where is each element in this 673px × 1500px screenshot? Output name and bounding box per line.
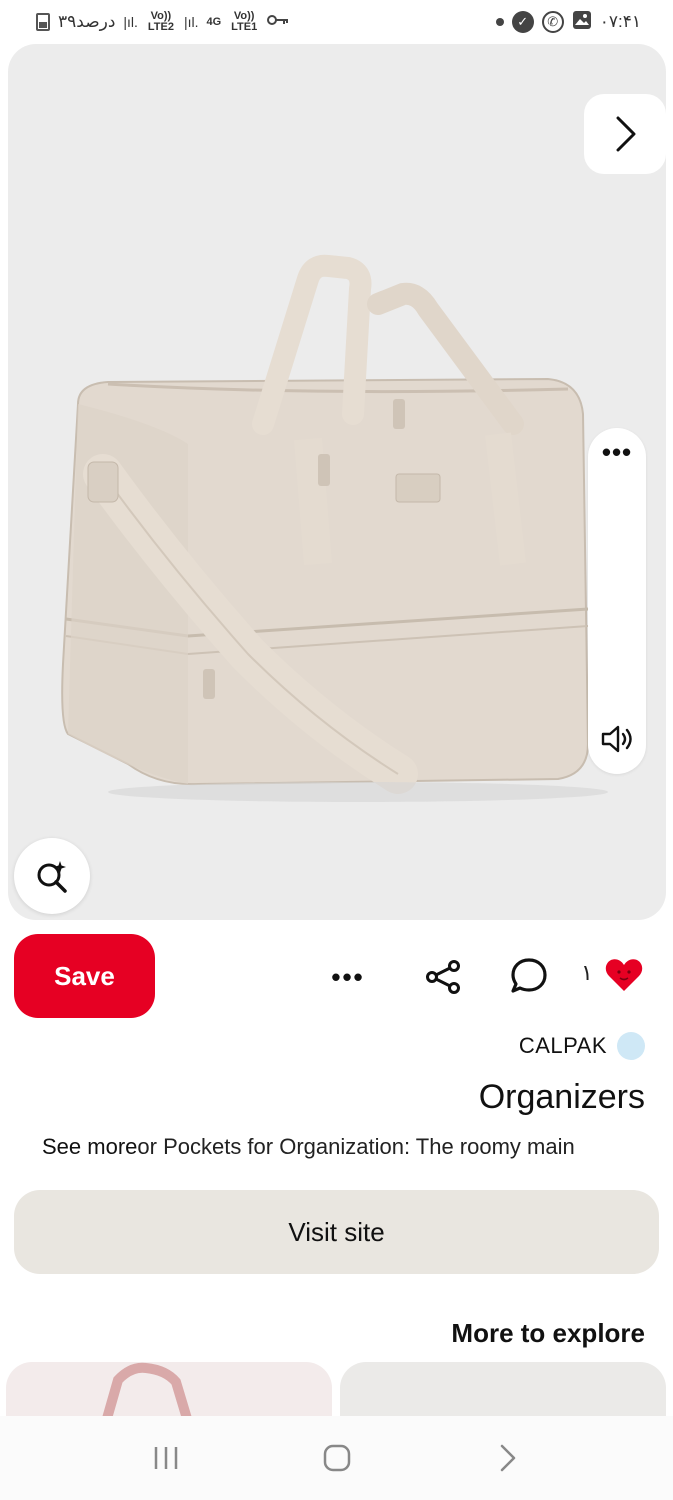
more-actions-icon[interactable]: ••• xyxy=(320,955,376,999)
clock: ۰۷:۴۱ xyxy=(599,12,641,31)
like-count: ۱ xyxy=(581,960,593,985)
pin-title: Organizers xyxy=(478,1078,645,1116)
recent-apps-icon xyxy=(154,1447,177,1469)
back-button[interactable] xyxy=(478,1428,538,1488)
gallery-icon xyxy=(572,10,592,35)
creator-name[interactable]: CALPAK xyxy=(519,1033,607,1059)
recent-apps-button[interactable] xyxy=(136,1428,196,1488)
comment-icon[interactable] xyxy=(506,953,552,999)
volume-icon[interactable] xyxy=(599,723,635,760)
sim2-label: Vo)) LTE2 xyxy=(147,10,174,33)
see-more-link[interactable]: See more xyxy=(42,1134,137,1159)
save-button[interactable]: Save xyxy=(14,934,155,1018)
system-nav-bar xyxy=(0,1416,673,1500)
back-icon xyxy=(500,1444,515,1472)
explore-pin-thumbnail[interactable] xyxy=(6,1362,332,1422)
description-text: or Pockets for Organization: The roomy m… xyxy=(137,1134,575,1159)
shield-icon: ✓ xyxy=(511,11,534,33)
duffel-bag-image xyxy=(61,254,608,802)
sim1-label: Vo)) LTE1 xyxy=(231,10,258,33)
home-button[interactable] xyxy=(307,1428,367,1488)
chevron-right-icon xyxy=(616,116,636,152)
next-button[interactable] xyxy=(584,94,666,174)
status-right: ✓ ✆ ۰۷:۴۱ xyxy=(495,10,641,35)
network-label: 4G xyxy=(206,15,222,28)
visual-search-button[interactable] xyxy=(14,838,90,914)
status-left: ۳۹درصد |ıl. Vo)) LTE2 |ıl. 4G Vo)) LTE1 xyxy=(36,11,289,33)
more-options-icon[interactable]: ••• xyxy=(602,439,632,465)
visit-site-button[interactable]: Visit site xyxy=(14,1190,659,1274)
dot-icon xyxy=(495,18,504,26)
share-icon[interactable] xyxy=(420,955,466,999)
creator-avatar[interactable] xyxy=(617,1032,645,1060)
signal-icon: |ıl. xyxy=(183,14,199,30)
creator-row[interactable]: CALPAK xyxy=(519,1032,645,1060)
key-icon xyxy=(267,12,289,32)
pin-description: See moreor Pockets for Organization: The… xyxy=(42,1134,648,1160)
visual-search-icon xyxy=(37,861,67,893)
video-controls-panel: ••• xyxy=(588,428,646,774)
explore-pin-thumbnail[interactable] xyxy=(340,1362,666,1422)
battery-icon xyxy=(36,13,50,31)
whatsapp-icon: ✆ xyxy=(541,11,564,33)
home-icon xyxy=(323,1444,350,1472)
status-bar: ۳۹درصد |ıl. Vo)) LTE2 |ıl. 4G Vo)) LTE1 … xyxy=(0,0,673,44)
bag-thumbnail-image xyxy=(101,1362,193,1422)
heart-reaction-icon[interactable] xyxy=(602,953,646,997)
signal-icon: |ıl. xyxy=(123,14,138,30)
pin-image-card[interactable]: ••• xyxy=(8,44,666,920)
battery-text: ۳۹درصد xyxy=(58,12,116,31)
more-to-explore-heading: More to explore xyxy=(451,1318,645,1348)
